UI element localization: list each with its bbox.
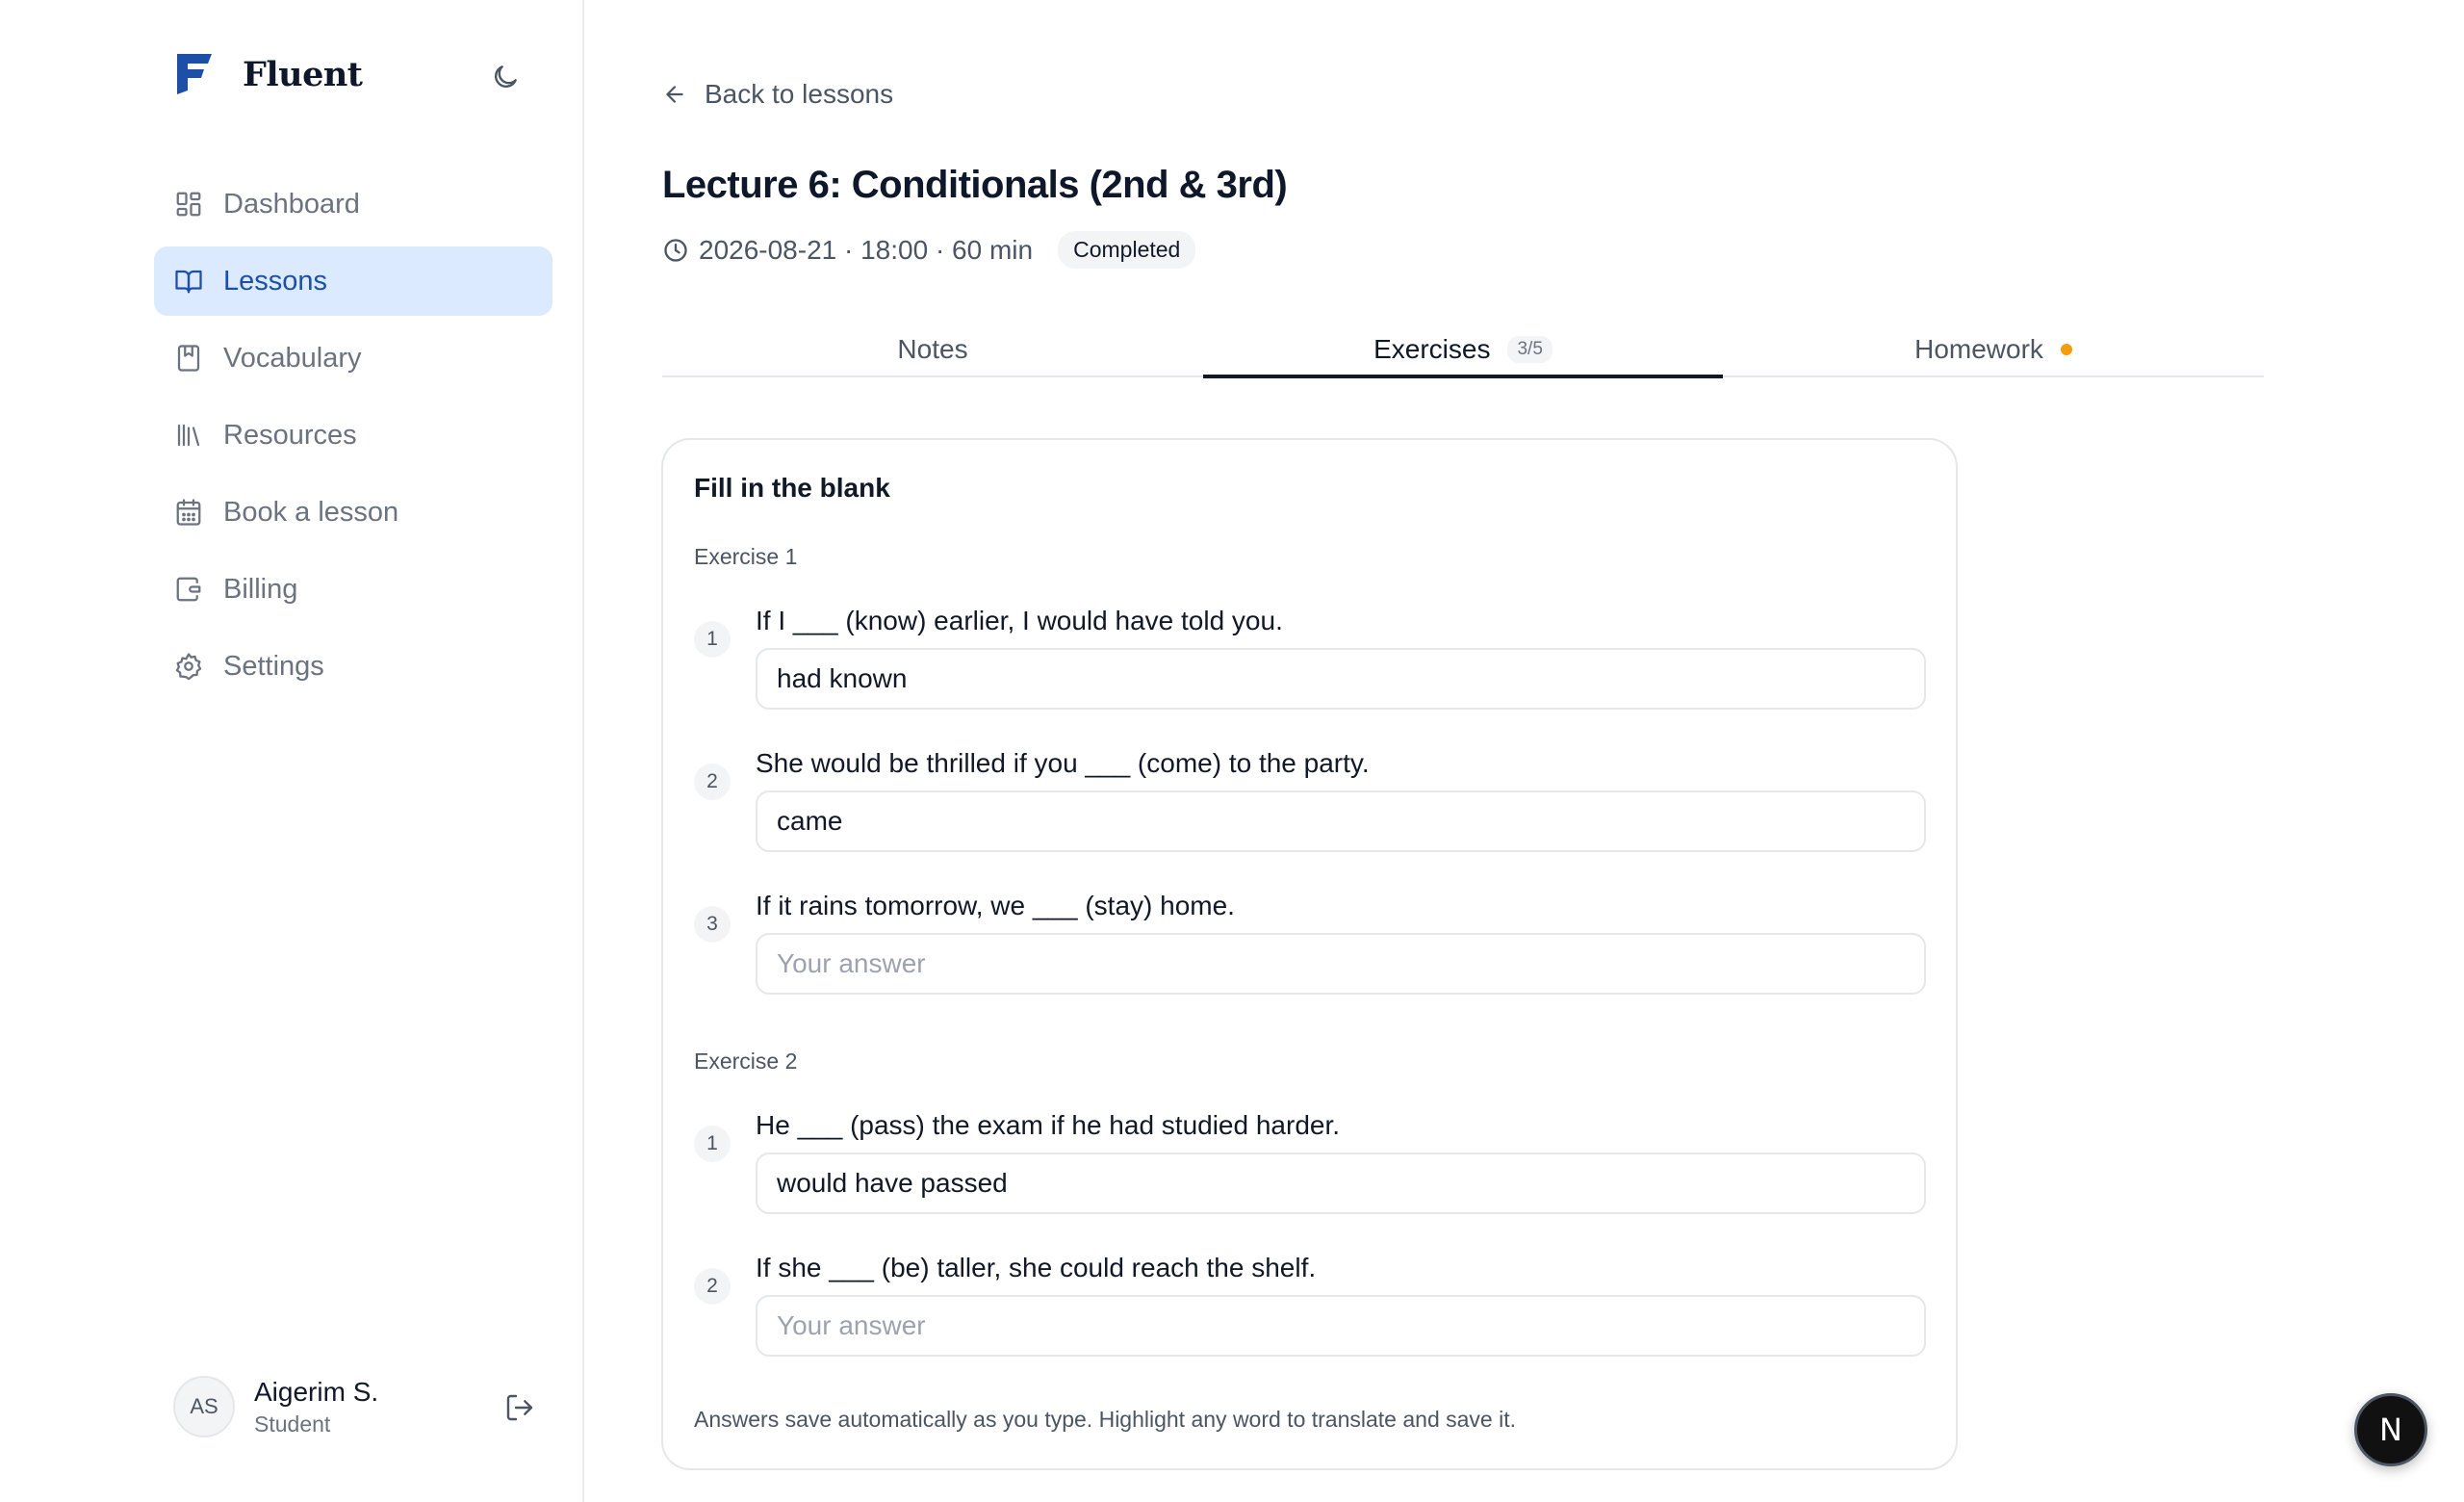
tab-label: Homework (1914, 334, 2043, 364)
fluent-logo-icon (177, 54, 212, 94)
autosave-hint: Answers save automatically as you type. … (694, 1407, 1516, 1432)
exercise-count-badge: 3/5 (1507, 336, 1553, 363)
answer-input[interactable] (756, 1152, 1926, 1214)
next-assistant-button[interactable]: N (2354, 1393, 2427, 1466)
back-to-lessons-link[interactable]: Back to lessons (662, 79, 893, 110)
answer-input[interactable] (756, 648, 1926, 710)
lesson-tabs: Notes Exercises 3/5 Homework (662, 324, 2264, 378)
logout-icon[interactable] (500, 1388, 539, 1427)
user-name: Aigerim S. (254, 1376, 379, 1407)
user-role: Student (254, 1411, 331, 1437)
status-badge: Completed (1058, 231, 1196, 269)
tab-homework[interactable]: Homework (1723, 324, 2264, 376)
page-title: Lecture 6: Conditionals (2nd & 3rd) (662, 164, 1288, 206)
question-text: If she ___ (be) taller, she could reach … (756, 1253, 1317, 1282)
dashboard-icon (173, 189, 204, 220)
sidebar-item-lessons[interactable]: Lessons (154, 246, 552, 316)
library-icon (173, 420, 204, 451)
question-number: 1 (694, 621, 731, 658)
brand[interactable]: Fluent (175, 52, 363, 96)
tab-exercises[interactable]: Exercises 3/5 (1203, 324, 1723, 378)
sidebar-nav: Dashboard Lessons Vocabulary Resources B… (154, 169, 552, 709)
sidebar-item-label: Book a lesson (223, 496, 399, 528)
sidebar-item-label: Dashboard (223, 188, 360, 220)
sidebar-item-resources[interactable]: Resources (154, 401, 552, 470)
question-number: 2 (694, 764, 731, 800)
exercise-label: Exercise 1 (694, 544, 798, 569)
fab-label: N (2379, 1411, 2402, 1448)
tab-label: Exercises (1373, 334, 1491, 364)
sidebar-item-label: Settings (223, 650, 324, 682)
sidebar-item-label: Billing (223, 573, 298, 605)
sidebar-item-dashboard[interactable]: Dashboard (154, 169, 552, 239)
calendar-icon (173, 497, 204, 528)
sidebar: Fluent Dashboard Lessons Vocabulary Reso… (0, 0, 584, 1502)
sidebar-item-settings[interactable]: Settings (154, 632, 552, 701)
answer-input[interactable] (756, 933, 1926, 995)
brand-name: Fluent (243, 54, 363, 94)
question-number: 2 (694, 1268, 731, 1305)
exercise-label: Exercise 2 (694, 1049, 798, 1074)
theme-toggle-moon-icon[interactable] (486, 58, 525, 96)
sidebar-item-label: Lessons (223, 265, 328, 297)
answer-input[interactable] (756, 1295, 1926, 1357)
avatar[interactable]: AS (173, 1376, 235, 1437)
question-text: He ___ (pass) the exam if he had studied… (756, 1110, 1341, 1140)
back-label: Back to lessons (705, 79, 894, 109)
homework-indicator-dot (2060, 344, 2072, 355)
book-open-icon (173, 266, 204, 297)
tab-notes[interactable]: Notes (662, 324, 1203, 376)
question-number: 3 (694, 906, 731, 943)
sidebar-item-vocabulary[interactable]: Vocabulary (154, 324, 552, 393)
answer-input[interactable] (756, 790, 1926, 852)
wallet-icon (173, 574, 204, 605)
question-number: 1 (694, 1126, 731, 1162)
lesson-meta: 2026-08-21 · 18:00 · 60 min Completed (662, 231, 1196, 269)
question-text: If it rains tomorrow, we ___ (stay) home… (756, 891, 1235, 920)
question-text: If I ___ (know) earlier, I would have to… (756, 606, 1283, 635)
sidebar-item-label: Vocabulary (223, 342, 362, 374)
sidebar-item-billing[interactable]: Billing (154, 555, 552, 624)
clock-icon (662, 237, 689, 264)
gear-icon (173, 651, 204, 682)
sidebar-item-label: Resources (223, 419, 357, 451)
tab-label: Notes (897, 334, 968, 364)
lesson-datetime: 2026-08-21 · 18:00 · 60 min (699, 234, 1034, 265)
bookmark-book-icon (173, 343, 204, 374)
exercise-card: Fill in the blank Exercise 1 1 If I ___ … (661, 438, 1958, 1470)
arrow-left-icon (666, 86, 683, 103)
card-title: Fill in the blank (694, 473, 890, 503)
user-profile: AS Aigerim S. Student (173, 1373, 539, 1440)
sidebar-item-book-a-lesson[interactable]: Book a lesson (154, 478, 552, 547)
question-text: She would be thrilled if you ___ (come) … (756, 748, 1370, 778)
